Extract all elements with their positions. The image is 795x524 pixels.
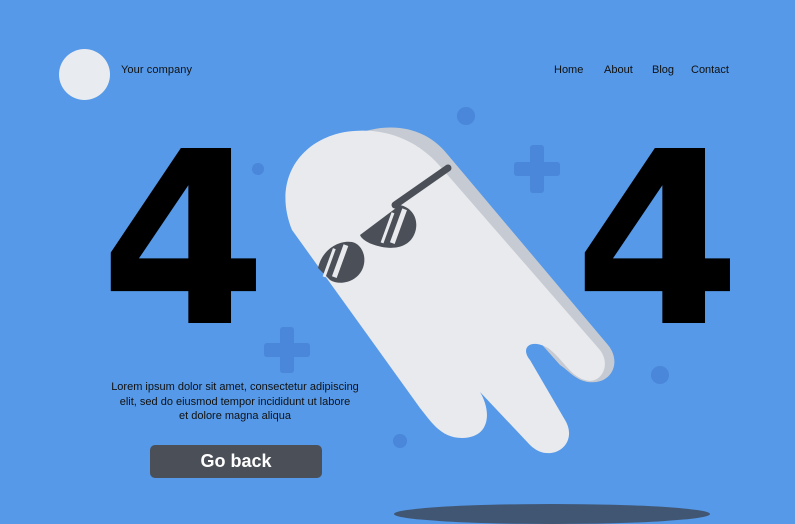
go-back-button[interactable]: Go back — [150, 445, 322, 478]
description-line: Lorem ipsum dolor sit amet, consectetur … — [111, 381, 359, 393]
nav-about-link[interactable]: About — [604, 64, 633, 76]
nav-blog-link[interactable]: Blog — [652, 64, 674, 76]
company-name[interactable]: Your company — [121, 64, 192, 76]
error-digit-left: 4 — [100, 100, 267, 380]
plus-icon — [514, 145, 560, 193]
error-description: Lorem ipsum dolor sit amet, consectetur … — [100, 380, 370, 424]
nav-contact-link[interactable]: Contact — [691, 64, 729, 76]
plus-icon — [264, 327, 310, 373]
description-line: elit, sed do eiusmod tempor incididunt u… — [119, 395, 351, 408]
logo-circle[interactable] — [59, 49, 110, 100]
ghost-shadow — [394, 504, 710, 524]
dot-icon — [393, 434, 407, 448]
nav-home-link[interactable]: Home — [554, 64, 583, 76]
description-line: et dolore magna aliqua — [179, 410, 291, 422]
error-digit-right: 4 — [574, 100, 741, 380]
